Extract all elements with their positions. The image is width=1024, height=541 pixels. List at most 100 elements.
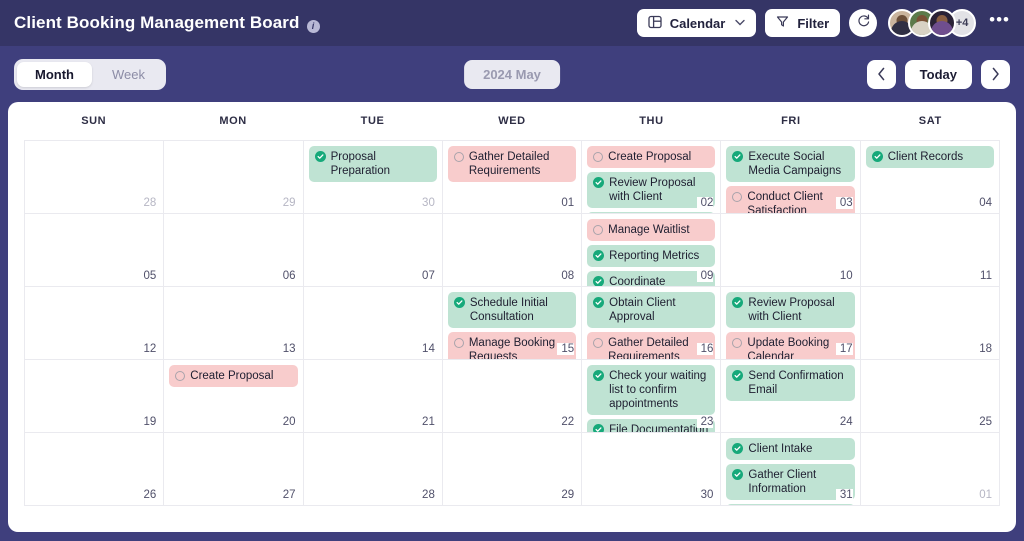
today-button[interactable]: Today (904, 59, 972, 89)
day-of-week-fri: FRI (781, 115, 801, 127)
next-period-button[interactable] (981, 59, 1010, 89)
calendar-day-cell[interactable]: 21 (303, 360, 443, 433)
status-todo-icon (593, 337, 604, 348)
calendar-day-cell[interactable]: 12 (25, 287, 165, 360)
calendar-day-cell[interactable]: 29 (442, 433, 583, 506)
calendar-day-cell[interactable]: Check your waiting list to confirm appoi… (582, 360, 722, 433)
calendar-day-cell[interactable]: 11 (860, 214, 1000, 287)
app-root: Client Booking Management Board i Calenda… (0, 0, 1024, 541)
calendar-day-cell[interactable]: 26 (25, 433, 165, 506)
view-mode-month[interactable]: Month (17, 61, 92, 87)
day-number: 01 (975, 489, 992, 501)
calendar-day-cell[interactable]: 22 (442, 360, 583, 433)
calendar-day-cell[interactable]: 28 (303, 433, 443, 506)
view-switcher-button[interactable]: Calendar (636, 9, 757, 37)
status-done-icon (871, 151, 883, 162)
day-number: 16 (696, 343, 714, 355)
calendar-event[interactable]: Create Proposal (169, 365, 298, 387)
calendar-day-cell[interactable]: Gather Detailed Requirements 01 (442, 141, 583, 214)
calendar-event[interactable]: Client Intake (726, 438, 855, 460)
calendar-event[interactable]: Manage Waitlist (587, 219, 716, 241)
calendar-day-cell[interactable]: 28 (25, 141, 165, 214)
day-number: 28 (139, 197, 157, 209)
calendar-day-cell[interactable]: Send Confirmation Email 24 (721, 360, 861, 433)
status-done-icon (732, 443, 744, 454)
chevron-left-icon (877, 67, 885, 81)
filter-label: Filter (797, 15, 830, 31)
calendar-day-cell[interactable]: 25 (860, 360, 1000, 433)
calendar-day-cell[interactable]: 29 (164, 141, 304, 214)
day-number: 08 (557, 270, 575, 282)
calendar-event-title: Update Booking Calendar (747, 337, 830, 360)
calendar-day-cell[interactable]: 19 (25, 360, 165, 433)
day-of-week-header: SUN MON TUE WED THU FRI SAT (8, 102, 1016, 140)
calendar-day-cell[interactable]: 08 (442, 214, 583, 287)
calendar-event-title: Manage Booking Requests (468, 337, 556, 360)
calendar-day-cell[interactable]: Create Proposal 20 (164, 360, 304, 433)
avatar[interactable] (928, 9, 957, 37)
calendar-event[interactable] (726, 504, 855, 505)
calendar-day-cell[interactable]: Review Proposal with Client Update Bookin… (721, 287, 861, 360)
calendar-event-title: Review Proposal with Client (748, 297, 835, 323)
calendar-day-cell[interactable]: 06 (164, 214, 304, 287)
day-number: 21 (418, 416, 435, 428)
day-of-week-sat: SAT (918, 115, 942, 127)
status-done-icon (593, 297, 605, 308)
calendar-event-title: Schedule Initial Consultation (469, 297, 548, 323)
calendar-event[interactable]: Obtain Client Approval (587, 292, 716, 328)
calendar-day-cell[interactable]: 30 (582, 433, 722, 506)
calendar-event[interactable]: Client Records (865, 146, 994, 168)
calendar-day-cell[interactable]: 18 (860, 287, 1000, 360)
top-bar: Client Booking Management Board i Calenda… (0, 0, 1024, 46)
funnel-icon (776, 15, 789, 31)
status-todo-icon (732, 337, 743, 348)
calendar-day-cell[interactable]: 01 (860, 433, 1000, 506)
calendar-day-cell[interactable]: Obtain Client Approval Gather Detailed Re… (582, 287, 722, 360)
top-bar-actions: Calendar Filter +4 ••• (636, 9, 1012, 37)
calendar-day-cell[interactable]: 10 (721, 214, 861, 287)
filter-button[interactable]: Filter (765, 9, 841, 37)
day-number: 13 (278, 343, 296, 355)
day-number: 29 (557, 489, 575, 501)
info-icon[interactable]: i (306, 19, 320, 33)
calendar-event[interactable]: Send Confirmation Email (726, 365, 855, 401)
calendar-day-cell[interactable]: Client Records 04 (860, 141, 1000, 214)
calendar-day-cell[interactable]: Execute Social Media Campaigns Conduct Cl… (721, 141, 861, 214)
calendar-day-cell[interactable]: 05 (25, 214, 165, 287)
calendar-event[interactable]: Reporting Metrics (587, 245, 716, 267)
layout-board-icon (648, 15, 662, 32)
view-mode-week[interactable]: Week (94, 62, 163, 87)
calendar-event[interactable]: Schedule Initial Consultation (447, 292, 577, 328)
calendar-event[interactable]: Gather Detailed Requirements (447, 146, 577, 182)
calendar-event[interactable]: Execute Social Media Campaigns (726, 146, 855, 182)
calendar-day-cell[interactable]: Create Proposal Review Proposal with Clie… (582, 141, 722, 214)
calendar-event[interactable]: Proposal Preparation (308, 146, 437, 182)
previous-period-button[interactable] (866, 59, 896, 89)
day-number: 05 (139, 270, 157, 282)
calendar-event[interactable]: Create Proposal (587, 146, 716, 168)
day-number: 06 (278, 270, 296, 282)
calendar-day-cell[interactable]: Schedule Initial Consultation Manage Book… (442, 287, 583, 360)
control-bar: Month Week 2024 May Today (0, 46, 1024, 102)
calendar-event[interactable]: Review Proposal with Client (726, 292, 855, 328)
calendar-day-cell[interactable]: 07 (303, 214, 443, 287)
calendar-day-cell[interactable]: Proposal Preparation 30 (303, 141, 443, 214)
calendar-day-cell[interactable]: 27 (164, 433, 304, 506)
more-options-button[interactable]: ••• (985, 11, 1012, 30)
calendar-day-cell[interactable]: 14 (303, 287, 443, 360)
calendar-event[interactable]: Check your waiting list to confirm appoi… (587, 365, 716, 415)
day-number: 19 (139, 416, 157, 428)
current-period-label[interactable]: 2024 May (464, 59, 560, 89)
day-number: 02 (696, 197, 714, 209)
day-number: 23 (696, 416, 714, 428)
calendar-card: SUN MON TUE WED THU FRI SAT 28 29 Proposal Prepa… (8, 102, 1016, 532)
calendar-event-title: Gather Detailed Requirements (608, 337, 689, 360)
status-done-icon (593, 276, 605, 286)
calendar-day-cell[interactable]: Client Intake Gather Client Information 31 (721, 433, 861, 506)
chevron-right-icon (992, 67, 999, 81)
calendar-day-cell[interactable]: Manage Waitlist Reporting Metrics Coordina… (582, 214, 722, 287)
refresh-button[interactable] (849, 9, 878, 37)
status-done-icon (732, 370, 744, 381)
calendar-event-title: Gather Client Information (748, 469, 817, 495)
calendar-day-cell[interactable]: 13 (164, 287, 304, 360)
